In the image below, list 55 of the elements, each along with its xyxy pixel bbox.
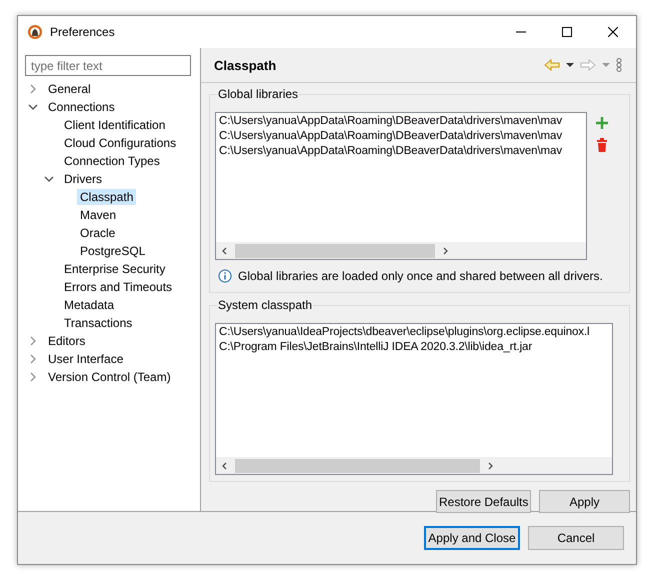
scrollbar-thumb[interactable]: [235, 458, 480, 472]
tree-item[interactable]: Errors and Timeouts: [61, 279, 176, 295]
tree-item[interactable]: Enterprise Security: [61, 261, 168, 277]
apply-button[interactable]: Apply: [539, 490, 630, 513]
list-item[interactable]: C:\Program Files\JetBrains\IntelliJ IDEA 2020.3.2\lib\idea_rt.jar: [219, 340, 609, 355]
app-icon: [27, 24, 43, 40]
horizontal-scrollbar[interactable]: [216, 457, 612, 474]
tree-item[interactable]: Metadata: [61, 297, 118, 313]
collapse-icon[interactable]: [28, 102, 38, 112]
info-icon: [218, 269, 232, 283]
back-arrow-icon[interactable]: [544, 58, 560, 72]
info-text: Global libraries are loaded only once and shared between all drivers.: [238, 269, 603, 283]
expand-icon[interactable]: [28, 372, 38, 382]
window-title: Preferences: [50, 25, 115, 39]
filter-field[interactable]: type filter text: [25, 55, 191, 76]
caret-icon[interactable]: [566, 63, 574, 67]
scroll-right-icon[interactable]: [488, 462, 494, 470]
tree-item[interactable]: Connection Types: [61, 153, 163, 169]
tree-item[interactable]: Maven: [77, 207, 120, 223]
expand-icon[interactable]: [28, 84, 38, 94]
expand-icon[interactable]: [28, 354, 38, 364]
list-item[interactable]: C:\Users\yanua\AppData\Roaming\DBeaverData\drivers\maven\mav: [219, 144, 583, 159]
apply-and-close-button[interactable]: Apply and Close: [424, 526, 520, 550]
tree-item[interactable]: Editors: [45, 333, 88, 349]
collapse-icon[interactable]: [44, 174, 54, 184]
scroll-right-icon[interactable]: [443, 246, 449, 254]
list-item[interactable]: C:\Users\yanua\IdeaProjects\dbeaver\eclipse\plugins\org.eclipse.equinox.l: [219, 325, 609, 340]
tree-item[interactable]: Oracle: [77, 225, 118, 241]
tree-item[interactable]: Version Control (Team): [45, 369, 174, 385]
tree-item[interactable]: Client Identification: [61, 117, 168, 133]
tree-item[interactable]: PostgreSQL: [77, 243, 148, 259]
expand-icon[interactable]: [28, 336, 38, 346]
more-icon[interactable]: [616, 58, 622, 72]
page-title: Classpath: [214, 58, 276, 72]
add-icon[interactable]: [595, 116, 609, 130]
restore-defaults-button[interactable]: Restore Defaults: [436, 490, 531, 513]
trash-icon[interactable]: [596, 138, 608, 152]
group-title: System classpath: [217, 298, 314, 312]
scrollbar-thumb[interactable]: [235, 244, 435, 258]
horizontal-scrollbar[interactable]: [216, 242, 586, 259]
list-item[interactable]: C:\Users\yanua\AppData\Roaming\DBeaverData\drivers\maven\mav: [219, 114, 583, 129]
tree-item[interactable]: Connections: [45, 99, 118, 115]
scroll-left-icon[interactable]: [221, 246, 227, 254]
tree-item[interactable]: Cloud Configurations: [61, 135, 180, 151]
maximize-icon[interactable]: [562, 27, 572, 37]
tree-item[interactable]: Drivers: [61, 171, 105, 187]
group-title: Global libraries: [217, 87, 300, 101]
tree-item[interactable]: General: [45, 81, 94, 97]
tree-item[interactable]: Transactions: [61, 315, 136, 331]
cancel-button[interactable]: Cancel: [528, 526, 624, 550]
tree-item[interactable]: Classpath: [77, 189, 136, 205]
scroll-left-icon[interactable]: [221, 462, 227, 470]
tree-item[interactable]: User Interface: [45, 351, 126, 367]
close-icon[interactable]: [608, 27, 618, 37]
list-item[interactable]: C:\Users\yanua\AppData\Roaming\DBeaverData\drivers\maven\mav: [219, 129, 583, 144]
